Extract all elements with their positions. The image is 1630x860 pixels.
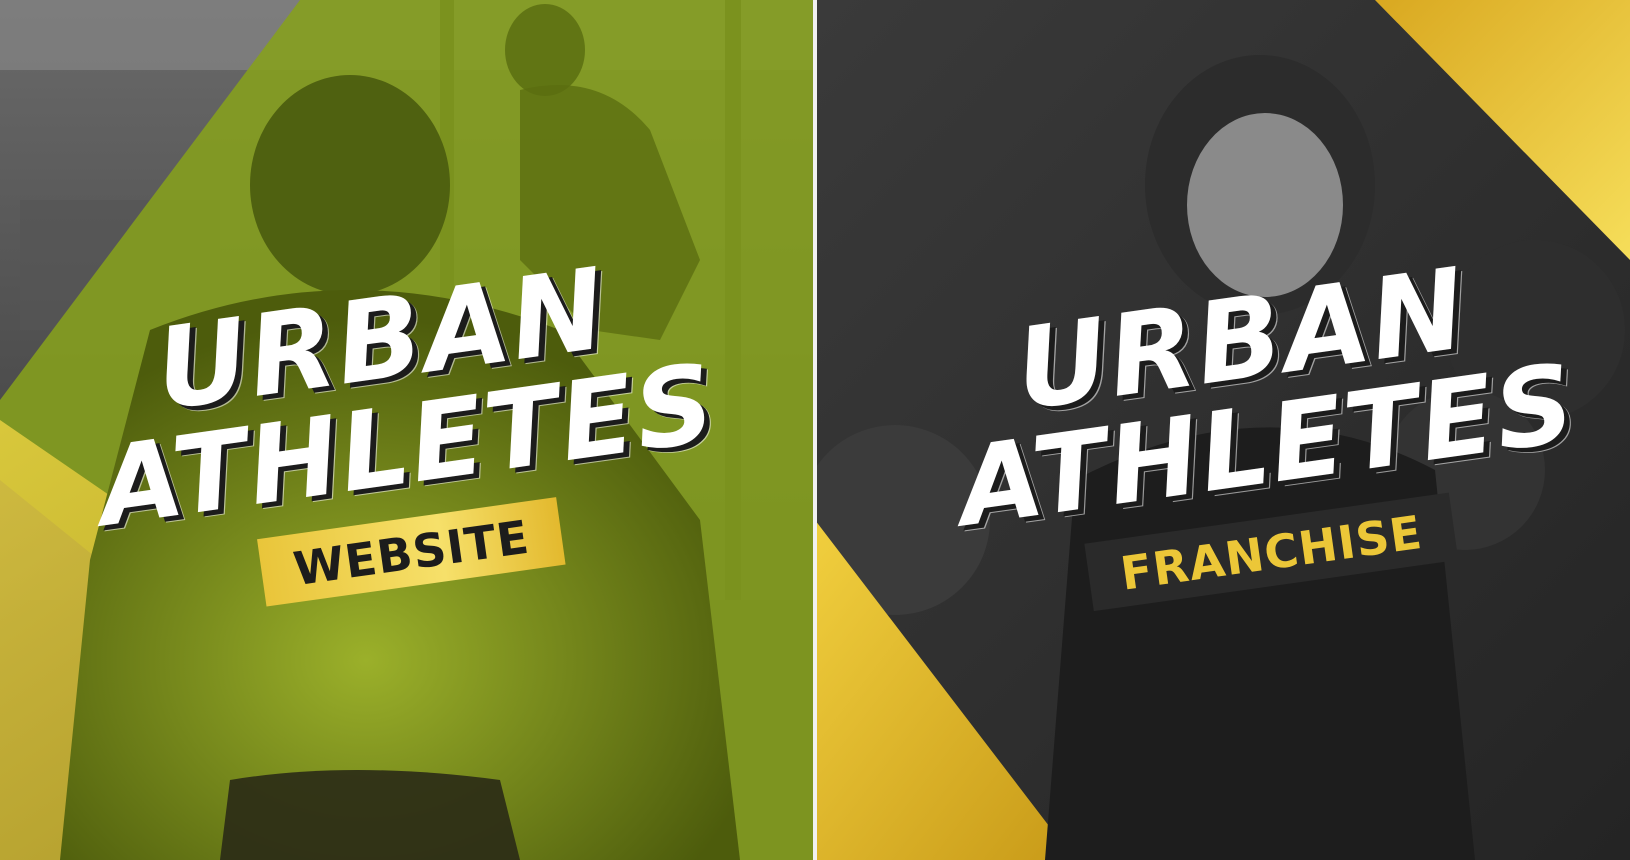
promo-banner: URBAN ATHLETES WEBSITE URBAN ATHLETES FR… bbox=[0, 0, 1630, 860]
website-panel: URBAN ATHLETES WEBSITE bbox=[0, 0, 815, 860]
franchise-panel: URBAN ATHLETES FRANCHISE bbox=[815, 0, 1630, 860]
panel-divider bbox=[813, 0, 817, 860]
